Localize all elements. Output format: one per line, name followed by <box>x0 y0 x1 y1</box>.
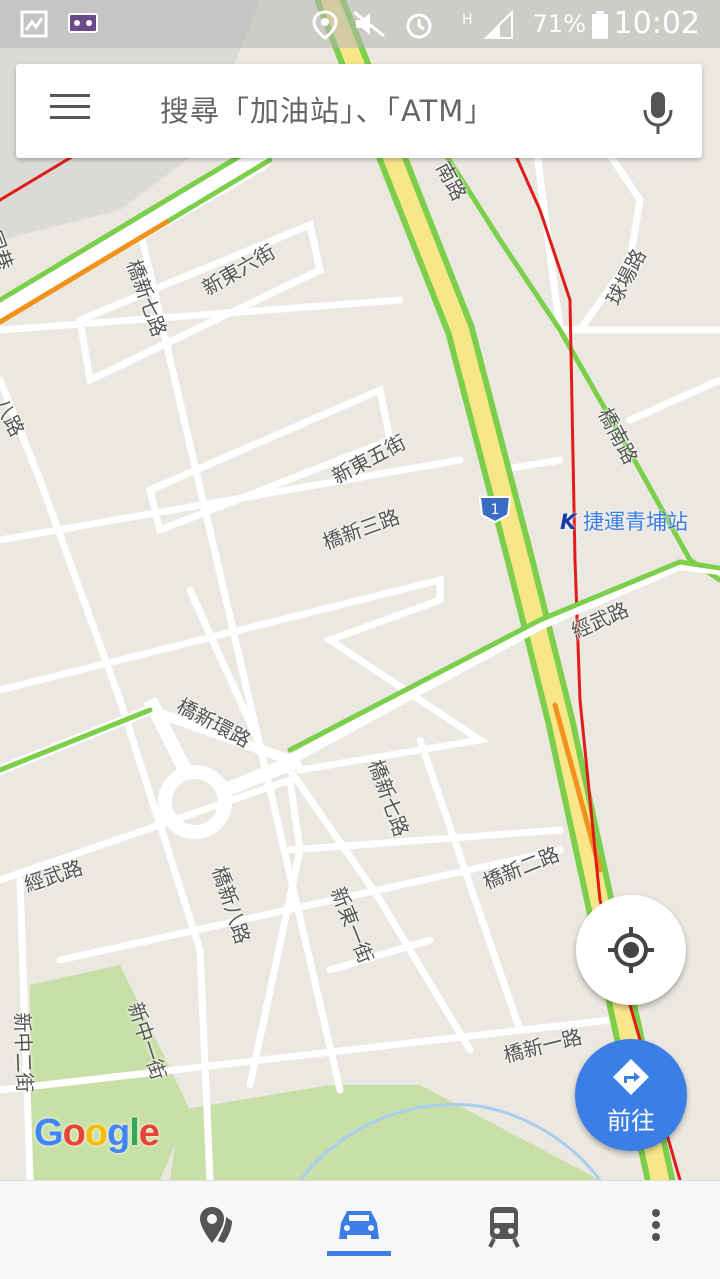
street-label: 新中二街 <box>10 1012 37 1093</box>
directions-button[interactable]: 前往 <box>575 1039 687 1151</box>
my-location-button[interactable] <box>576 895 686 1005</box>
clock: 10:02 <box>613 6 700 41</box>
crosshair-icon <box>608 927 654 973</box>
location-pin-icon <box>312 10 338 40</box>
battery-icon <box>592 11 608 39</box>
highway-shield-number: 1 <box>491 502 500 518</box>
gallery-icon <box>20 10 48 38</box>
search-bar[interactable]: 搜尋「加油站」、「ATM」 <box>16 64 702 158</box>
alarm-icon <box>406 13 432 39</box>
metro-station-label: 捷運青埔站 <box>582 510 688 534</box>
transit-icon[interactable] <box>474 1203 534 1253</box>
selected-tab-indicator <box>327 1251 391 1256</box>
mic-icon[interactable] <box>640 90 676 136</box>
svg-text:H: H <box>462 12 473 28</box>
explore-places-icon[interactable] <box>196 1203 256 1253</box>
battery-percent: 71% <box>532 10 586 38</box>
signal-icon: H <box>462 10 513 39</box>
hamburger-icon <box>50 94 90 97</box>
search-input[interactable]: 搜尋「加油站」、「ATM」 <box>160 88 494 130</box>
more-options-icon[interactable] <box>626 1203 686 1253</box>
bottom-nav <box>0 1180 720 1279</box>
directions-icon <box>613 1059 649 1095</box>
driving-icon[interactable] <box>329 1203 389 1253</box>
mute-icon <box>353 10 385 38</box>
metro-icon: K <box>560 510 577 534</box>
google-logo: Google <box>34 1112 160 1154</box>
directions-label: 前往 <box>607 1107 655 1135</box>
cassette-icon <box>68 13 98 33</box>
menu-button[interactable] <box>50 94 90 128</box>
status-bar: H 71% 10:02 <box>0 0 720 48</box>
metro-station-marker[interactable]: K 捷運青埔站 <box>560 506 688 536</box>
